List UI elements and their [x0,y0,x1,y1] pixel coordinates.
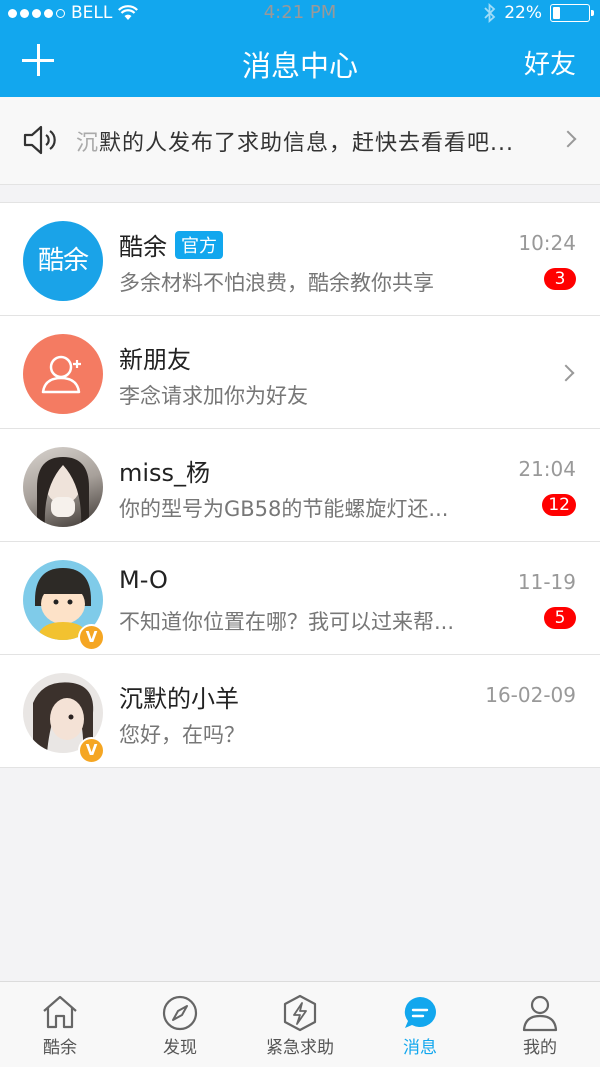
message-list: 酷余 酷余 官方 多余材料不怕浪费，酷余教你共享 10:24 3 新朋友 李念请求… [0,202,600,768]
tab-label: 酷余 [43,1038,77,1058]
tab-home[interactable]: 酷余 [0,982,120,1067]
avatar: 酷余 [23,221,103,301]
avatar [23,334,103,414]
tab-profile[interactable]: 我的 [480,982,600,1067]
unread-count: 3 [544,268,576,290]
chevron-right-icon [557,364,575,382]
list-item[interactable]: miss_杨 你的型号为GB58的节能螺旋灯还... 21:04 12 [0,429,600,542]
official-tag: 官方 [175,230,223,259]
contact-name: miss_杨 [119,459,211,487]
tab-label: 发现 [163,1038,197,1058]
contact-name: 沉默的小羊 [119,685,239,713]
message-preview: 不知道你位置在哪？我可以过来帮... [119,610,455,634]
message-time: 10:24 [518,231,576,255]
top-bar: BELL 4:21 PM 22% 消息中心 好友 [0,0,600,97]
contact-name: 酷余 [119,233,167,261]
announcement-bar[interactable]: 沉默的人发布了求助信息，赶快去看看吧... [0,97,600,185]
list-item[interactable]: 新朋友 李念请求加你为好友 [0,316,600,429]
verified-badge: V [78,737,105,764]
home-icon [43,995,77,1029]
tab-label: 消息 [403,1038,437,1058]
message-preview: 你的型号为GB58的节能螺旋灯还... [119,497,449,521]
contact-name: M-O [119,566,168,594]
kuyu-logo: 酷余 [37,246,89,276]
compass-icon [162,995,198,1031]
message-preview: 您好，在吗？ [119,723,245,747]
list-item[interactable]: 酷余 酷余 官方 多余材料不怕浪费，酷余教你共享 10:24 3 [0,203,600,316]
bluetooth-icon [484,3,496,23]
message-preview: 李念请求加你为好友 [119,384,308,408]
user-photo [37,457,89,527]
lightning-icon [283,994,317,1032]
announcement-text: 沉默的人发布了求助信息，赶快去看看吧... [76,125,514,157]
tab-bar: 酷余 发现 紧急求助 消息 我的 [0,981,600,1067]
contact-name: 新朋友 [119,346,191,374]
tab-messages[interactable]: 消息 [360,982,480,1067]
message-icon [404,997,436,1028]
list-item[interactable]: V M-O 不知道你位置在哪？我可以过来帮... 11-19 5 [0,542,600,655]
tab-label: 我的 [523,1038,557,1058]
friends-button[interactable]: 好友 [524,44,576,81]
chevron-right-icon [559,130,577,148]
status-bar: BELL 4:21 PM 22% [0,0,600,26]
message-preview: 多余材料不怕浪费，酷余教你共享 [119,271,434,295]
list-item[interactable]: V 沉默的小羊 您好，在吗？ 16-02-09 [0,655,600,768]
verified-badge: V [78,624,105,651]
battery-percent: 22% [504,3,542,23]
person-icon [522,995,558,1032]
tab-discover[interactable]: 发现 [120,982,240,1067]
message-time: 16-02-09 [485,683,576,707]
announcement-body: 默的人发布了求助信息，赶快去看看吧... [99,131,514,156]
message-time: 11-19 [517,570,576,594]
tab-label: 紧急求助 [266,1038,334,1058]
add-friend-icon [41,355,81,394]
avatar [23,447,103,527]
speaker-icon [23,125,56,155]
battery-icon [550,4,594,22]
message-time: 21:04 [518,457,576,481]
tab-emergency[interactable]: 紧急求助 [240,982,360,1067]
announcement-prefix: 沉 [76,131,100,156]
unread-count: 5 [544,607,576,629]
nav-bar: 消息中心 好友 [0,26,600,97]
page-title: 消息中心 [241,49,358,83]
unread-count: 12 [542,494,576,516]
